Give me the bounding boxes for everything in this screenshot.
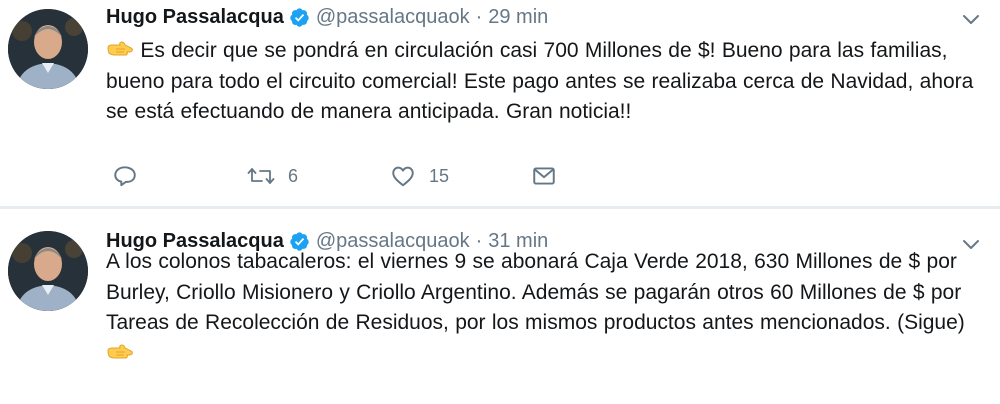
separator-dot: · <box>475 5 483 28</box>
timestamp[interactable]: 29 min <box>488 6 548 29</box>
author-name[interactable]: Hugo Passalacqua <box>106 6 284 29</box>
like-count: 15 <box>429 165 450 186</box>
envelope-icon <box>533 167 555 185</box>
tweet[interactable]: Hugo Passalacqua @passalacquaok · 29 min <box>0 0 1000 207</box>
tweet-text: A los colonos tabacaleros: el viernes 9 … <box>106 247 986 369</box>
reply-icon <box>114 166 136 187</box>
backhand-index-pointing-right-icon <box>106 39 134 59</box>
direct-message-button[interactable] <box>531 158 557 194</box>
reply-button[interactable] <box>112 158 138 194</box>
backhand-index-pointing-right-icon <box>106 342 134 362</box>
like-button[interactable]: 15 <box>389 158 449 194</box>
avatar[interactable] <box>8 9 88 89</box>
tweet[interactable]: Hugo Passalacqua @passalacquaok · 31 min… <box>0 209 1000 404</box>
retweet-count: 6 <box>288 165 299 186</box>
retweet-icon <box>247 168 275 184</box>
verified-badge-icon <box>289 7 310 28</box>
author-handle[interactable]: @passalacquaok <box>316 6 470 29</box>
tweet-actions: 6 15 <box>106 158 706 194</box>
tweet-header: Hugo Passalacqua @passalacquaok · 29 min <box>106 3 548 31</box>
avatar[interactable] <box>8 231 88 311</box>
chevron-down-icon[interactable] <box>960 8 982 30</box>
tweet-feed: Hugo Passalacqua @passalacquaok · 29 min <box>0 0 1000 404</box>
tweet-text-content: Es decir que se pondrá en circulación ca… <box>106 39 974 123</box>
tweet-text-content: A los colonos tabacaleros: el viernes 9 … <box>106 250 965 334</box>
retweet-button[interactable]: 6 <box>246 158 298 194</box>
tweet-text: Es decir que se pondrá en circulación ca… <box>106 36 986 128</box>
heart-icon <box>392 166 414 187</box>
